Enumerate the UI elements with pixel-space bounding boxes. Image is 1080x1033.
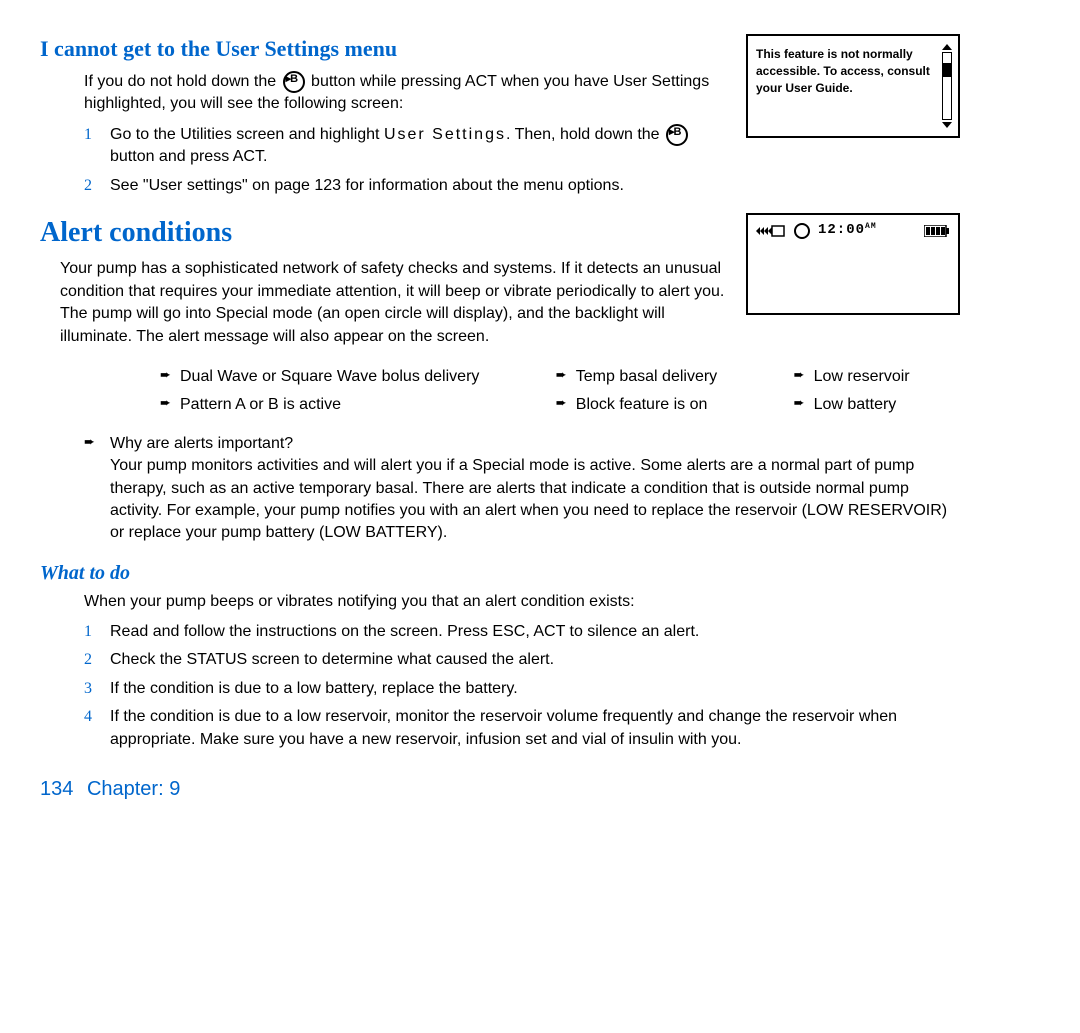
bullet-item: Low battery bbox=[794, 394, 960, 416]
page-number: 134 bbox=[40, 775, 73, 803]
step-item: Read and follow the instructions on the … bbox=[40, 621, 960, 643]
bullet-item: Temp basal delivery bbox=[556, 366, 768, 388]
special-mode-icon bbox=[794, 223, 810, 239]
step-item: Go to the Utilities screen and highlight… bbox=[40, 124, 960, 169]
bullet-item: Dual Wave or Square Wave bolus delivery bbox=[160, 366, 530, 388]
qa-block: Why are alerts important? Your pump moni… bbox=[84, 433, 960, 545]
bullet-columns: Dual Wave or Square Wave bolus delivery P… bbox=[160, 366, 960, 423]
qa-question: Why are alerts important? bbox=[84, 433, 960, 455]
steps-list: Read and follow the instructions on the … bbox=[40, 621, 960, 751]
device-screen-text: This feature is not normally accessible.… bbox=[756, 47, 930, 95]
device-screen-user-settings: This feature is not normally accessible.… bbox=[746, 34, 960, 138]
b-button-icon bbox=[666, 124, 688, 146]
bullet-item: Low reservoir bbox=[794, 366, 960, 388]
step-item: If the condition is due to a low battery… bbox=[40, 678, 960, 700]
step-item: Check the STATUS screen to determine wha… bbox=[40, 649, 960, 671]
step-item: If the condition is due to a low reservo… bbox=[40, 706, 960, 751]
scrollbar-icon bbox=[942, 44, 952, 128]
reservoir-icon bbox=[756, 224, 786, 238]
bullet-item: Block feature is on bbox=[556, 394, 768, 416]
battery-icon bbox=[924, 225, 950, 237]
step-item: See "User settings" on page 123 for info… bbox=[40, 175, 960, 197]
qa-answer: Your pump monitors activities and will a… bbox=[84, 455, 960, 545]
clock-readout: 12:00AM bbox=[818, 221, 877, 241]
bullet-item: Pattern A or B is active bbox=[160, 394, 530, 416]
paragraph: When your pump beeps or vibrates notifyi… bbox=[84, 591, 960, 613]
chapter-label: Chapter: 9 bbox=[87, 778, 180, 800]
device-screen-status: 12:00AM bbox=[746, 213, 960, 315]
b-button-icon bbox=[283, 71, 305, 93]
page-footer: 134 Chapter: 9 bbox=[40, 775, 960, 803]
heading-what-to-do: What to do bbox=[40, 559, 960, 587]
steps-list: Go to the Utilities screen and highlight… bbox=[40, 124, 960, 197]
